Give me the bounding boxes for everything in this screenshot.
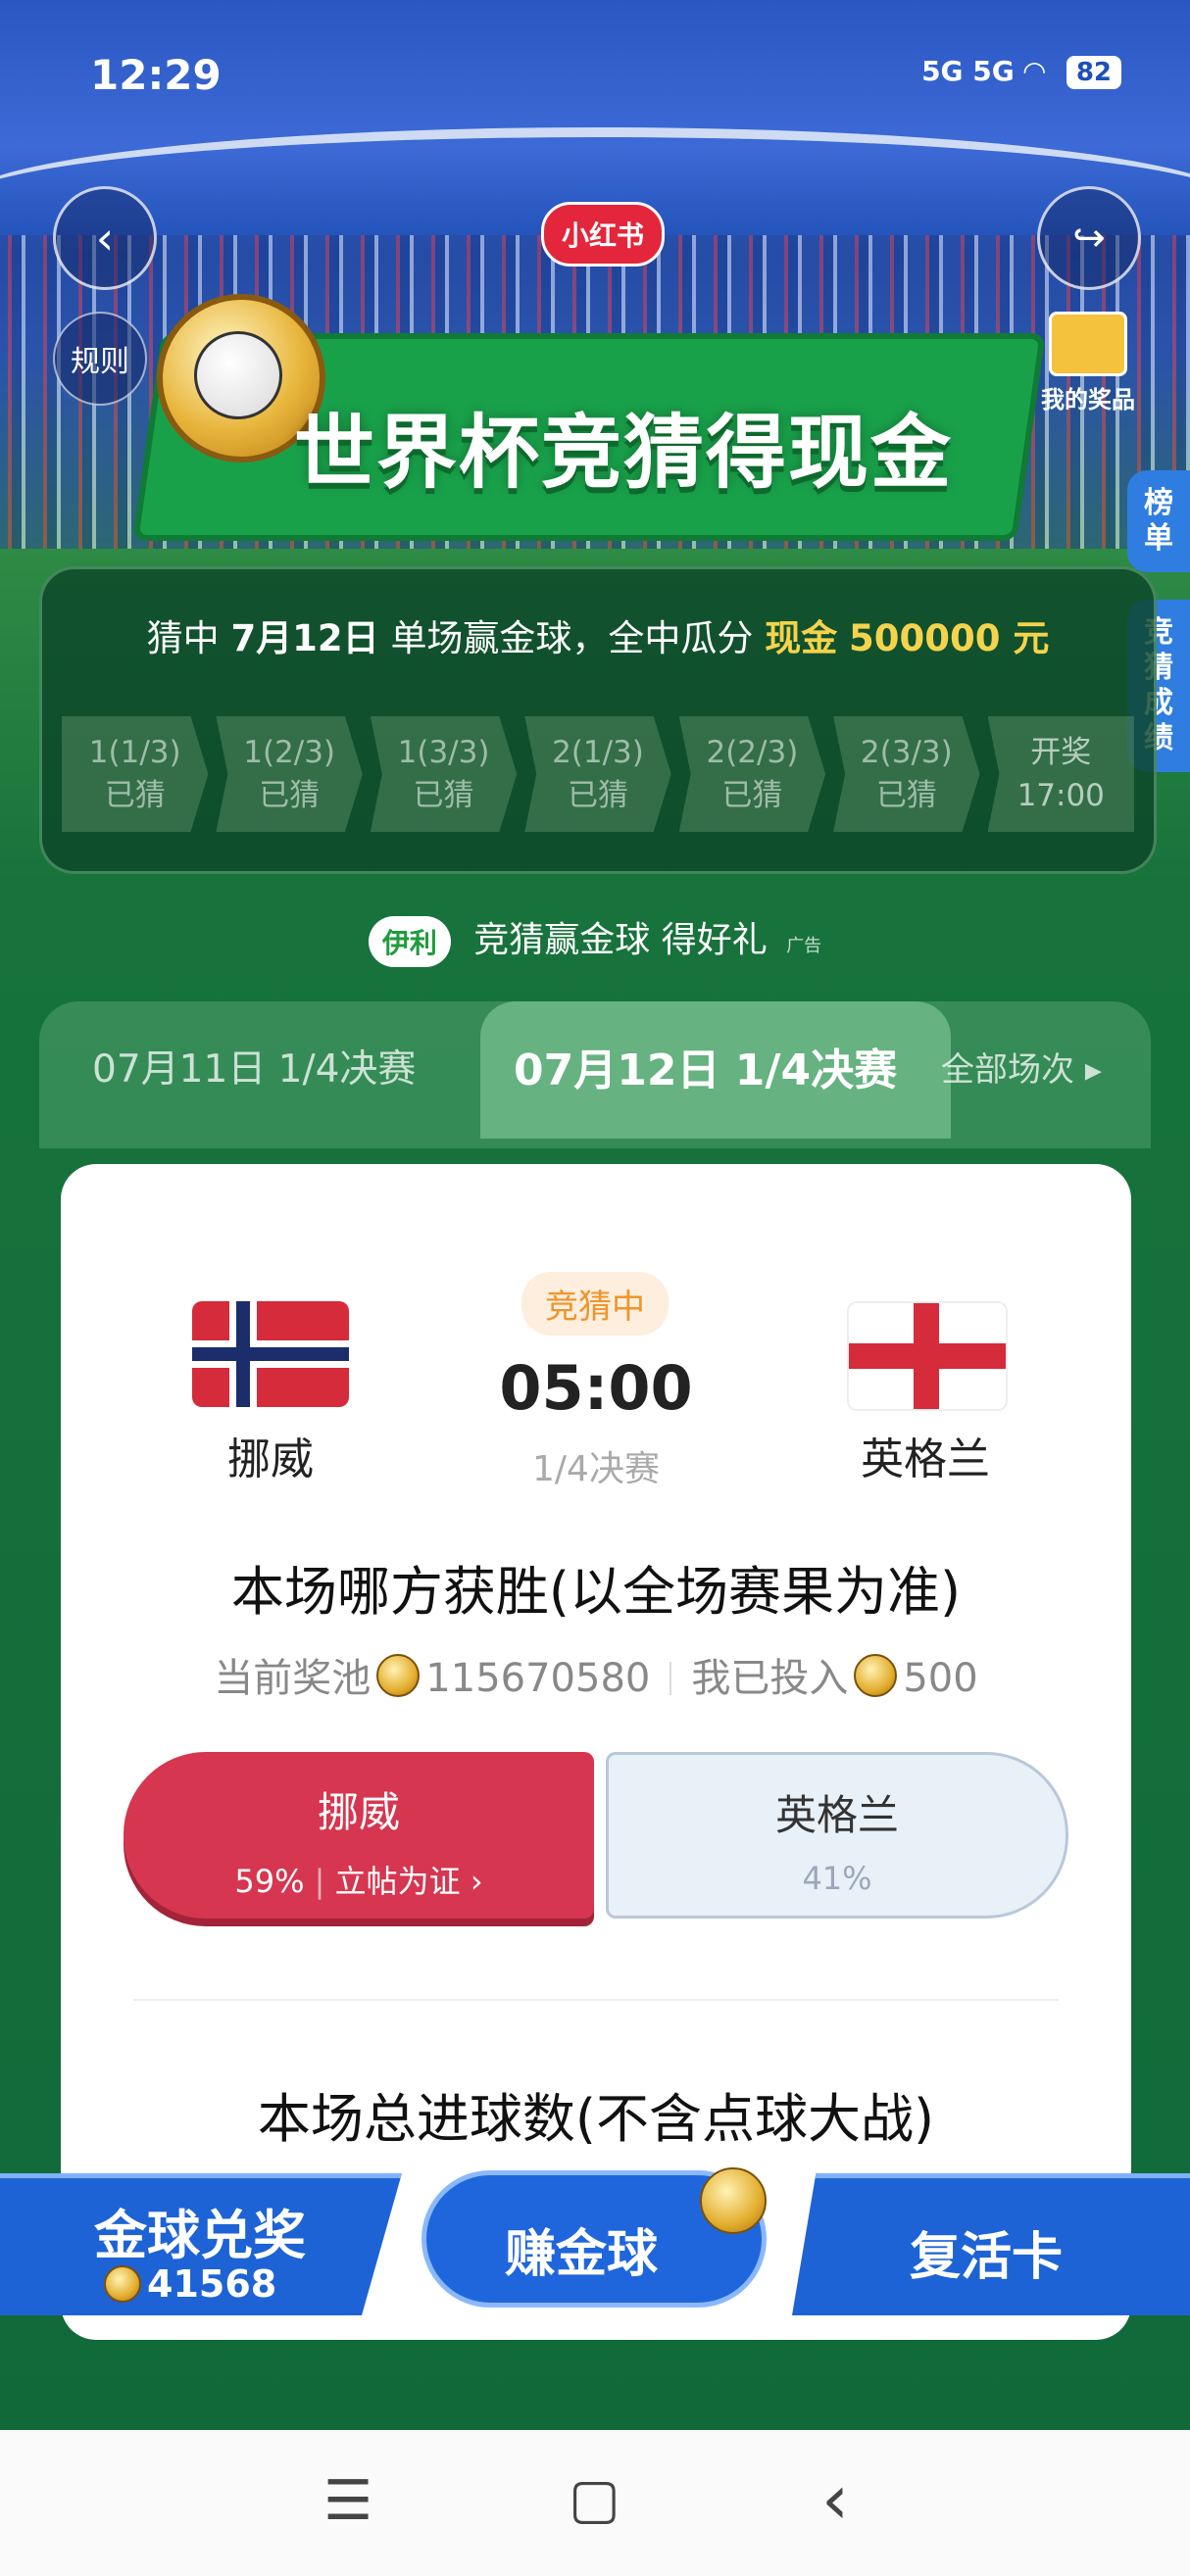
redeem-button[interactable]: 金球兑奖 41568 — [0, 2173, 402, 2315]
soccer-ball-icon — [194, 331, 282, 419]
sponsor-ad[interactable]: 伊利 竞猜赢金球 得好礼 广告 — [0, 911, 1190, 967]
gold-coin-icon — [104, 2265, 141, 2303]
tab-jul12[interactable]: 07月12日 1/4决赛 — [514, 1035, 897, 1097]
sponsor-logo: 伊利 — [368, 916, 451, 967]
gold-coin-icon — [700, 2167, 767, 2234]
chevron-left-icon: ‹ — [95, 212, 115, 265]
network-indicator: 5G 5G — [921, 55, 1015, 87]
redeem-label: 金球兑奖 — [94, 2205, 306, 2266]
pool-info: 当前奖池 115670580 我已投入 500 — [61, 1646, 1131, 1703]
menu-icon[interactable]: ☰ — [323, 2469, 372, 2533]
leaderboard-tab[interactable]: 榜单 — [1127, 470, 1190, 572]
match-date-tabs: 07月11日 1/4决赛 07月12日 1/4决赛 全部场次 ▸ — [39, 1001, 1151, 1148]
guess-step: 2(1/3) 已猜 — [524, 716, 671, 832]
earn-label: 赚金球 — [505, 2225, 659, 2284]
summary-mid: 单场赢金球，全中瓜分 — [390, 617, 754, 659]
pick-home-name: 挪威 — [317, 1788, 400, 1836]
chevron-right-icon: › — [470, 1863, 483, 1900]
guess-step: 1(3/3) 已猜 — [370, 716, 518, 832]
gold-coin-icon — [376, 1654, 421, 1697]
status-time: 12:29 — [90, 51, 222, 99]
guess-summary: 猜中 7月12日 单场赢金球，全中瓜分 现金 500000 元 — [42, 608, 1154, 661]
guess-step: 1(1/3) 已猜 — [62, 716, 209, 832]
back-button[interactable]: ‹ — [53, 186, 157, 290]
system-navigation-bar: ☰ ▢ ‹ — [0, 2430, 1190, 2576]
leaderboard-label: 榜单 — [1144, 486, 1173, 556]
guess-steps: 1(1/3) 已猜 1(2/3) 已猜 1(3/3) 已猜 2(1/3) 已猜 2(2/… — [62, 716, 1134, 832]
my-prize-button[interactable]: 我的奖品 — [1024, 312, 1152, 414]
back-icon[interactable]: ‹ — [821, 2459, 849, 2540]
share-icon: ↪ — [1072, 216, 1106, 261]
coin-balance: 41568 — [98, 2262, 276, 2306]
page-title: 世界杯竞猜得现金 — [294, 407, 954, 500]
match-stage: 1/4决赛 — [532, 1449, 660, 1489]
question-total-goals: 本场总进球数(不含点球大战) — [257, 2088, 935, 2150]
away-pct: 41% — [802, 1860, 872, 1897]
guess-step: 1(2/3) 已猜 — [216, 716, 363, 832]
wifi-icon: ◠ — [1023, 55, 1046, 87]
revive-card-button[interactable]: 复活卡 — [792, 2173, 1190, 2315]
draw-time-step: 开奖 17:00 — [987, 716, 1134, 832]
coin-balance-value: 41568 — [147, 2262, 277, 2306]
cash-label: 现金 — [765, 617, 838, 659]
pick-home-sub: 59% | 立帖为证 › — [234, 1863, 483, 1900]
rules-button[interactable]: 规则 — [53, 312, 147, 406]
guess-step: 2(3/3) 已猜 — [833, 716, 980, 832]
pick-away-name: 英格兰 — [774, 1791, 899, 1839]
gift-icon — [1049, 312, 1127, 376]
app-logo: 小红书 — [541, 202, 666, 267]
revive-label: 复活卡 — [910, 2228, 1064, 2287]
guess-step: 2(2/3) 已猜 — [678, 716, 826, 832]
status-indicators: 5G 5G ◠ 82 — [921, 55, 1121, 89]
cash-amount: 500000 元 — [848, 617, 1050, 659]
match-time: 05:00 — [499, 1352, 693, 1424]
tab-all-matches[interactable]: 全部场次 ▸ — [941, 1043, 1102, 1091]
guess-panel: 猜中 7月12日 单场赢金球，全中瓜分 现金 500000 元 1(1/3) 已猜… — [39, 566, 1157, 874]
pool-label: 当前奖池 — [214, 1656, 372, 1701]
summary-date: 7月12日 — [230, 617, 379, 659]
all-matches-label: 全部场次 — [941, 1050, 1074, 1090]
divider — [669, 1662, 672, 1695]
pick-away-button[interactable]: 英格兰 41% — [606, 1752, 1068, 1919]
question-winner: 本场哪方获胜(以全场赛果为准) — [230, 1561, 962, 1623]
battery-indicator: 82 — [1066, 56, 1121, 89]
gold-coin-icon — [854, 1654, 898, 1697]
pool-value: 115670580 — [425, 1656, 651, 1701]
section-divider — [133, 1999, 1059, 2001]
sponsor-text: 竞猜赢金球 得好礼 — [473, 920, 768, 960]
ad-tag: 广告 — [786, 936, 822, 956]
match-card: 挪威 英格兰 竞猜中 05:00 1/4决赛 本场哪方获胜(以全场赛果为准) 当… — [61, 1164, 1131, 2340]
pick-home-button[interactable]: 挪威 59% | 立帖为证 › — [124, 1752, 594, 1919]
my-prize-label: 我的奖品 — [1041, 386, 1135, 413]
home-icon[interactable]: ▢ — [569, 2467, 620, 2531]
post-proof-link[interactable]: 立帖为证 — [335, 1863, 461, 1900]
status-badge: 竞猜中 — [521, 1272, 669, 1336]
summary-prefix: 猜中 — [146, 617, 220, 659]
home-pct: 59% — [234, 1863, 305, 1900]
triangle-right-icon: ▸ — [1084, 1050, 1102, 1090]
invested-label: 我已投入 — [691, 1656, 849, 1701]
tab-jul11[interactable]: 07月11日 1/4决赛 — [92, 1039, 416, 1094]
share-button[interactable]: ↪ — [1037, 186, 1141, 290]
invested-value: 500 — [903, 1656, 978, 1701]
